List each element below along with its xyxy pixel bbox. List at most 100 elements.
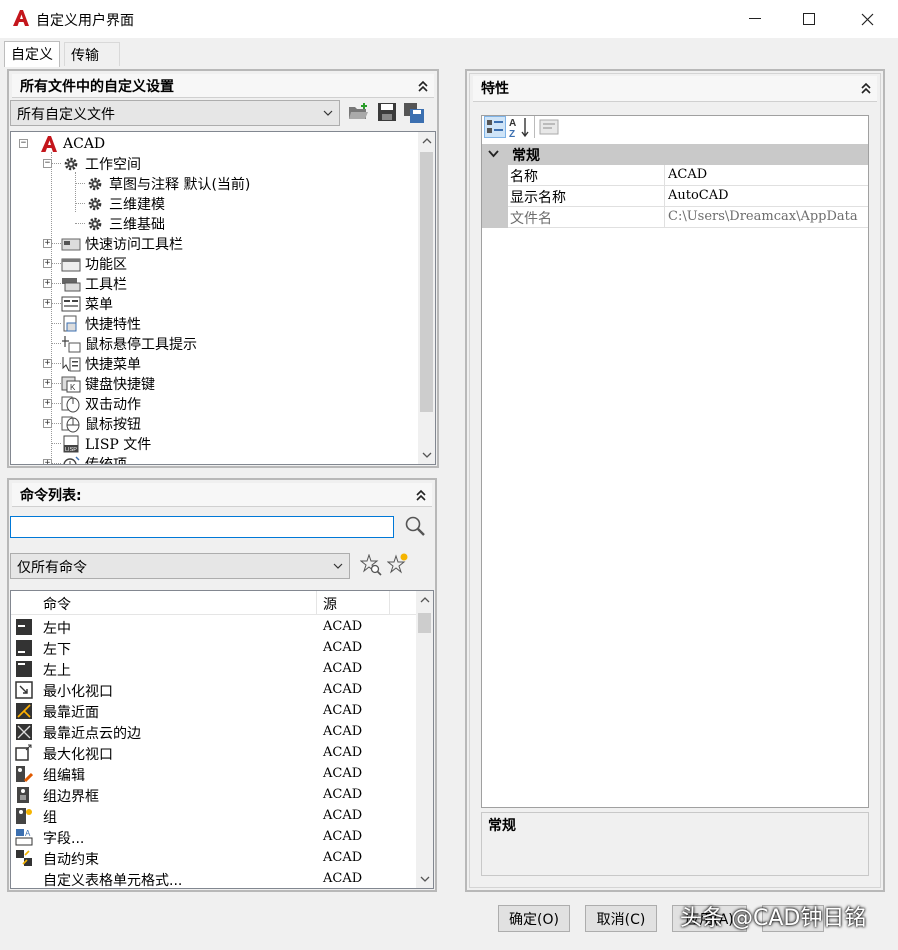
panel-title: 特性 xyxy=(481,81,509,97)
command-filter-select[interactable]: 仅所有命令 xyxy=(10,553,350,579)
property-value[interactable]: AutoCAD xyxy=(668,188,868,203)
panel-title: 命令列表: xyxy=(20,488,82,504)
save-as-icon[interactable] xyxy=(403,102,425,124)
save-icon[interactable] xyxy=(377,102,397,122)
tree-node[interactable]: K 键盘快捷键 xyxy=(61,374,155,394)
customizations-tree[interactable]: − ACAD − 工作空间 草图与注释 默认(当前) 三维建模 三维基础 + 快速访问工具栏 + 功… xyxy=(10,131,436,465)
tree-node[interactable]: 鼠标按钮 xyxy=(61,414,141,434)
command-row[interactable]: 组编辑 ACAD xyxy=(11,763,416,784)
command-row[interactable]: 自动约束 ACAD xyxy=(11,847,416,868)
tab-customize[interactable]: 自定义 xyxy=(4,41,60,67)
command-list-scrollbar[interactable] xyxy=(416,591,433,888)
legacy-icon xyxy=(61,455,81,464)
categorized-view-button[interactable] xyxy=(484,116,506,138)
svg-text:A: A xyxy=(509,118,516,129)
command-source: ACAD xyxy=(323,766,363,781)
tree-node[interactable]: 草图与注释 默认(当前) xyxy=(85,174,250,194)
cancel-button[interactable]: 取消(C) xyxy=(585,905,657,932)
tree-node-label: 快速访问工具栏 xyxy=(85,237,183,253)
property-row-file-name[interactable]: 文件名 C:\Users\Dreamcax\AppData xyxy=(482,207,868,228)
property-pages-icon[interactable] xyxy=(538,117,560,137)
alphabetical-sort-icon[interactable]: A Z xyxy=(508,116,532,138)
column-separator[interactable] xyxy=(316,591,317,615)
property-value[interactable]: ACAD xyxy=(668,167,868,182)
scroll-up-icon[interactable] xyxy=(418,132,435,149)
tree-node[interactable]: 三维建模 xyxy=(85,194,165,214)
tree-node[interactable]: 菜单 xyxy=(61,294,113,314)
tree-node[interactable]: 快速访问工具栏 xyxy=(61,234,183,254)
tree-node[interactable]: 功能区 xyxy=(61,254,127,274)
tree-connector xyxy=(51,383,61,384)
command-list[interactable]: 命令 源 左中 ACAD 左下 ACAD 左上 ACAD 最小化视口 ACAD 最靠近面 ACAD… xyxy=(10,590,434,889)
column-header-source[interactable]: 源 xyxy=(323,594,337,614)
tab-transfer[interactable]: 传输 xyxy=(64,42,120,66)
tree-node-label: LISP 文件 xyxy=(85,437,152,453)
tree-node[interactable]: LISP LISP 文件 xyxy=(61,434,151,454)
property-row-display-name[interactable]: 显示名称 AutoCAD xyxy=(482,186,868,207)
command-row[interactable]: A 字段... ACAD xyxy=(11,826,416,847)
tree-node[interactable]: 鼠标悬停工具提示 xyxy=(61,334,197,354)
collapse-chevron-icon[interactable] xyxy=(416,78,430,94)
find-command-icon[interactable] xyxy=(360,554,382,576)
tree-node[interactable]: 传统项 xyxy=(61,454,127,464)
tree-node[interactable]: 双击动作 xyxy=(61,394,141,414)
command-row[interactable]: 最小化视口 ACAD xyxy=(11,679,416,700)
property-category[interactable]: 常规 xyxy=(482,144,868,165)
minimize-button[interactable] xyxy=(732,0,778,38)
chevron-down-icon xyxy=(488,150,499,158)
maximize-button[interactable] xyxy=(786,0,832,38)
description-title: 常规 xyxy=(488,818,516,834)
command-row[interactable]: 左下 ACAD xyxy=(11,637,416,658)
command-row[interactable]: 最靠近点云的边 ACAD xyxy=(11,721,416,742)
ok-button[interactable]: 确定(O) xyxy=(498,905,570,932)
search-icon[interactable] xyxy=(404,515,426,537)
command-name: 组 xyxy=(43,810,57,826)
collapse-chevron-icon[interactable] xyxy=(859,80,873,96)
tree-node[interactable]: ACAD xyxy=(39,134,105,154)
property-separator xyxy=(664,207,665,228)
tree-node[interactable]: 工作空间 xyxy=(61,154,141,174)
rollover-tooltip-icon xyxy=(61,335,81,353)
tree-connector xyxy=(51,163,61,164)
collapse-toggle[interactable]: − xyxy=(19,139,28,148)
scroll-down-icon[interactable] xyxy=(416,871,433,888)
tree-scrollbar[interactable] xyxy=(418,132,435,464)
scroll-thumb[interactable] xyxy=(420,152,433,412)
scroll-up-icon[interactable] xyxy=(416,591,433,608)
command-row[interactable]: 组 ACAD xyxy=(11,805,416,826)
tree-connector xyxy=(51,363,61,364)
property-separator xyxy=(664,186,665,207)
minimize-icon xyxy=(749,18,761,19)
collapse-chevron-icon[interactable] xyxy=(414,487,428,503)
close-button[interactable] xyxy=(844,0,890,38)
scroll-down-icon[interactable] xyxy=(418,447,435,464)
customization-file-select[interactable]: 所有自定义文件 xyxy=(10,100,340,126)
command-icon xyxy=(15,618,33,636)
command-row[interactable]: 左中 ACAD xyxy=(11,616,416,637)
command-row[interactable]: 最大化视口 ACAD xyxy=(11,742,416,763)
tree-connector xyxy=(51,263,61,264)
open-file-icon[interactable] xyxy=(348,102,370,122)
tree-node[interactable]: 三维基础 xyxy=(85,214,165,234)
property-value: C:\Users\Dreamcax\AppData xyxy=(668,209,858,224)
command-name: 最靠近点云的边 xyxy=(43,726,141,742)
tree-node[interactable]: 快捷特性 xyxy=(61,314,141,334)
column-header-command[interactable]: 命令 xyxy=(43,594,71,614)
command-search-input[interactable] xyxy=(10,516,394,538)
tree-node-label: 快捷菜单 xyxy=(85,357,141,373)
gear-icon xyxy=(85,215,105,233)
command-row[interactable]: 自定义表格单元格式... ACAD xyxy=(11,868,416,888)
tree-node-label: 快捷特性 xyxy=(85,317,141,333)
tree-node[interactable]: 快捷菜单 xyxy=(61,354,141,374)
new-command-icon[interactable] xyxy=(387,552,409,574)
command-row[interactable]: 左上 ACAD xyxy=(11,658,416,679)
command-list-panel-header: 命令列表: xyxy=(12,483,432,507)
tree-node[interactable]: 工具栏 xyxy=(61,274,127,294)
property-row-name[interactable]: 名称 ACAD xyxy=(482,165,868,186)
column-separator[interactable] xyxy=(389,591,390,615)
command-row[interactable]: 组边界框 ACAD xyxy=(11,784,416,805)
property-category-label: 常规 xyxy=(512,148,540,164)
scroll-thumb[interactable] xyxy=(418,613,431,633)
command-row[interactable]: 最靠近面 ACAD xyxy=(11,700,416,721)
double-click-icon xyxy=(61,395,81,413)
